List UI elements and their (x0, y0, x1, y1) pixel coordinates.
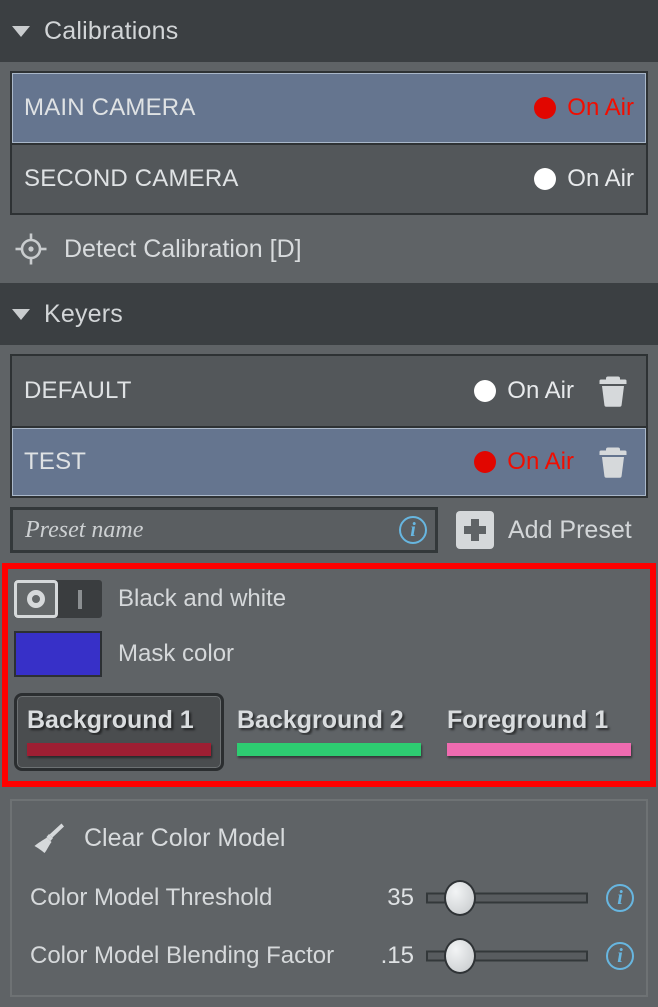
tab-color-bar (237, 743, 421, 756)
table-row[interactable]: SECOND CAMERA On Air (12, 143, 646, 213)
power-on-icon (78, 589, 82, 609)
preset-controls: Preset name i Add Preset (10, 507, 648, 553)
tab-label: Background 2 (237, 706, 404, 734)
layer-tabs: Background 1 Background 2 Foreground 1 (14, 693, 644, 771)
color-model-panel: Clear Color Model Color Model Threshold … (10, 799, 648, 997)
mask-color-swatch[interactable] (14, 631, 102, 677)
trash-icon (599, 447, 627, 478)
on-air-dot-icon (534, 168, 557, 190)
tab-label: Foreground 1 (447, 706, 609, 734)
on-air-label: On Air (507, 448, 574, 475)
tab-background-1[interactable]: Background 1 (14, 693, 224, 771)
keyer-name: TEST (24, 448, 87, 475)
color-model-threshold-slider[interactable] (426, 880, 588, 916)
brush-icon (34, 823, 64, 853)
slider-value: .15 (380, 942, 414, 969)
color-model-blending-factor-row: Color Model Blending Factor .15 i (12, 927, 646, 985)
info-icon[interactable]: i (606, 884, 634, 912)
calibrations-section-header[interactable]: Calibrations (0, 0, 658, 62)
on-air-label: On Air (507, 377, 574, 404)
table-row[interactable]: TEST On Air (12, 426, 646, 496)
slider-knob[interactable] (444, 880, 477, 916)
on-air-label: On Air (567, 165, 634, 192)
slider-value: 35 (387, 884, 414, 911)
on-air-dot-icon (474, 451, 497, 473)
info-icon[interactable]: i (606, 942, 634, 970)
clear-color-model-button[interactable]: Clear Color Model (12, 807, 646, 869)
keyer-settings-panel: Calibrations MAIN CAMERA On Air SECOND C… (0, 0, 658, 1007)
keyers-list: DEFAULT On Air TEST On Air (10, 354, 648, 498)
delete-keyer-button[interactable] (592, 441, 634, 483)
add-preset-button[interactable]: Add Preset (456, 511, 632, 549)
chevron-down-icon[interactable] (12, 25, 30, 37)
highlighted-options-group: Black and white Mask color Background 1 … (2, 563, 656, 787)
slider-label: Color Model Blending Factor (30, 942, 335, 969)
color-model-threshold-row: Color Model Threshold 35 i (12, 869, 646, 927)
on-air-indicator[interactable]: On Air (534, 94, 634, 122)
black-and-white-row: Black and white (14, 573, 644, 625)
clear-color-model-label: Clear Color Model (84, 823, 286, 852)
color-model-blending-factor-slider[interactable] (426, 938, 588, 974)
tab-color-bar (27, 743, 211, 756)
detect-calibration-button[interactable]: Detect Calibration [D] (0, 215, 658, 283)
info-icon[interactable]: i (399, 516, 427, 544)
toggle-on-segment[interactable] (58, 580, 102, 618)
table-row[interactable]: MAIN CAMERA On Air (12, 73, 646, 143)
add-preset-label: Add Preset (508, 515, 632, 544)
mask-color-label: Mask color (118, 640, 235, 667)
detect-calibration-label: Detect Calibration [D] (64, 234, 302, 263)
table-row[interactable]: DEFAULT On Air (12, 356, 646, 426)
calibrations-list: MAIN CAMERA On Air SECOND CAMERA On Air (10, 71, 648, 215)
tab-color-bar (447, 743, 631, 756)
on-air-dot-icon (534, 97, 557, 119)
power-off-icon (27, 590, 45, 608)
on-air-dot-icon (474, 380, 497, 402)
crosshair-icon (15, 233, 47, 265)
trash-icon (599, 376, 627, 407)
black-and-white-label: Black and white (118, 585, 287, 612)
on-air-label: On Air (567, 94, 634, 121)
mask-color-row: Mask color (14, 625, 644, 683)
preset-name-placeholder: Preset name (25, 516, 144, 543)
tab-foreground-1[interactable]: Foreground 1 (434, 693, 644, 771)
on-air-indicator[interactable]: On Air (474, 377, 574, 405)
tab-label: Background 1 (27, 706, 194, 734)
slider-label: Color Model Threshold (30, 884, 273, 911)
keyers-title: Keyers (44, 299, 124, 328)
preset-name-input[interactable]: Preset name i (10, 507, 438, 553)
black-and-white-toggle[interactable] (14, 580, 102, 618)
keyer-name: DEFAULT (24, 377, 132, 404)
delete-keyer-button[interactable] (592, 370, 634, 412)
slider-knob[interactable] (444, 938, 477, 974)
calibrations-title: Calibrations (44, 16, 179, 45)
chevron-down-icon[interactable] (12, 308, 30, 320)
keyers-section-header[interactable]: Keyers (0, 283, 658, 345)
calibration-name: MAIN CAMERA (24, 94, 196, 121)
tab-background-2[interactable]: Background 2 (224, 693, 434, 771)
plus-icon (456, 511, 494, 549)
on-air-indicator[interactable]: On Air (474, 448, 574, 476)
calibration-name: SECOND CAMERA (24, 165, 239, 192)
toggle-off-segment[interactable] (14, 580, 58, 618)
on-air-indicator[interactable]: On Air (534, 165, 634, 193)
